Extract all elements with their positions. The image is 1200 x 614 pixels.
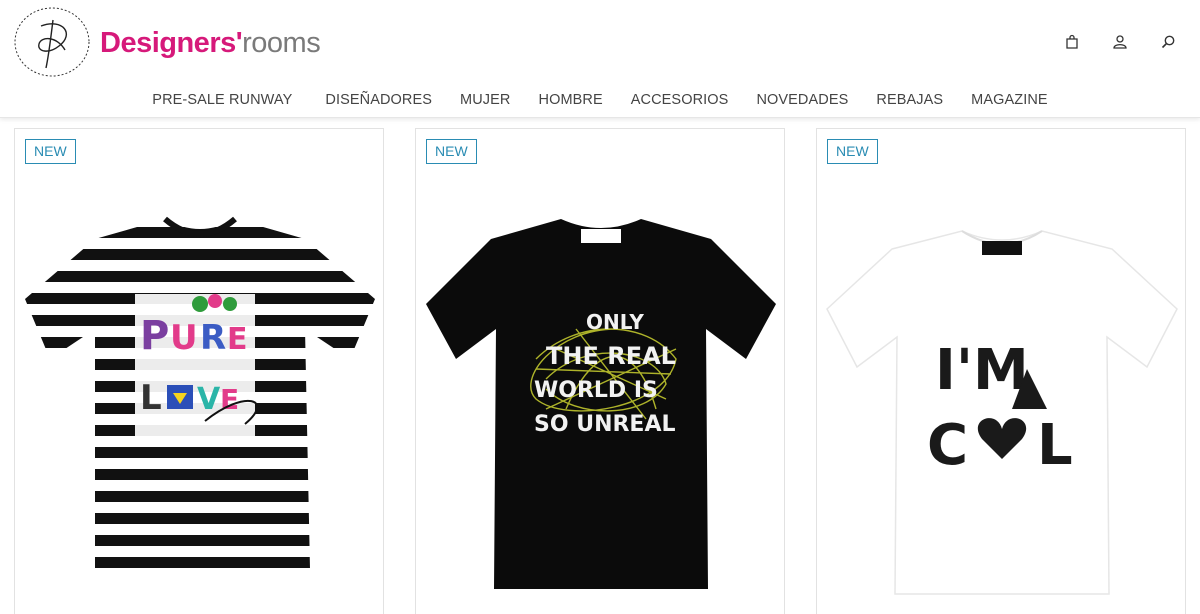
brand-name[interactable]: Designers'rooms [100, 26, 321, 60]
search-icon[interactable] [1158, 32, 1178, 52]
product-image[interactable]: ONLY THE REAL WORLD IS SO UNREAL [416, 209, 784, 609]
new-badge: NEW [25, 139, 76, 164]
svg-text:SO UNREAL: SO UNREAL [534, 412, 676, 437]
svg-text:L: L [1037, 413, 1073, 478]
svg-text:P: P [140, 313, 169, 359]
svg-text:E: E [227, 322, 248, 357]
new-badge: NEW [827, 139, 878, 164]
product-image[interactable]: P U R E L V E [15, 209, 383, 609]
brand-name-part1: Designers' [100, 27, 243, 59]
product-card[interactable]: NEW ONLY THE REAL WORLD IS SO UNREAL [415, 128, 785, 614]
svg-text:R: R [200, 318, 226, 358]
header-actions [1062, 32, 1178, 52]
svg-text:E: E [220, 383, 239, 416]
svg-text:C: C [927, 413, 968, 478]
nav-item-pre-sale-runway[interactable]: PRE-SALE RUNWAY [152, 92, 292, 114]
site-header: Designers'rooms PRE-SALE RUNWAY DISEÑADO… [0, 0, 1200, 118]
new-badge: NEW [426, 139, 477, 164]
nav-item-hombre[interactable]: HOMBRE [539, 92, 603, 114]
main-nav: PRE-SALE RUNWAY DISEÑADORES MUJER HOMBRE… [0, 92, 1200, 114]
product-grid: NEW P U R E L V E NEW ONLY THE REAL WORL… [0, 118, 1200, 614]
product-card[interactable]: NEW I'M C L [816, 128, 1186, 614]
product-card[interactable]: NEW P U R E L V E [14, 128, 384, 614]
nav-item-novedades[interactable]: NOVEDADES [756, 92, 848, 114]
svg-text:ONLY: ONLY [586, 310, 644, 334]
user-icon[interactable] [1110, 32, 1130, 52]
nav-item-mujer[interactable]: MUJER [460, 92, 510, 114]
nav-item-accesorios[interactable]: ACCESORIOS [631, 92, 729, 114]
svg-text:THE REAL: THE REAL [546, 342, 676, 370]
svg-text:L: L [140, 378, 162, 418]
product-image[interactable]: I'M C L [817, 209, 1185, 609]
bag-icon[interactable] [1062, 32, 1082, 52]
nav-item-rebajas[interactable]: REBAJAS [876, 92, 943, 114]
svg-text:U: U [170, 318, 198, 358]
nav-item-magazine[interactable]: MAGAZINE [971, 92, 1048, 114]
svg-text:WORLD IS: WORLD IS [534, 378, 658, 403]
brand-name-part2: rooms [242, 27, 321, 59]
logo-icon[interactable] [13, 6, 91, 78]
svg-text:I'M: I'M [935, 338, 1029, 403]
nav-item-disenadores[interactable]: DISEÑADORES [325, 92, 432, 114]
